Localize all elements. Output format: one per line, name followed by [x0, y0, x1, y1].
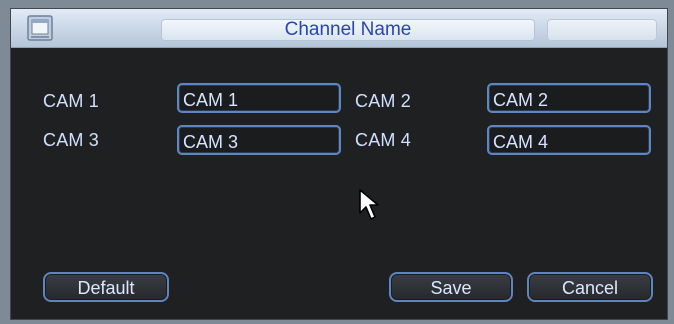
channel-name-dialog: Channel Name CAM 1 CAM 1 CAM 2 CAM 2 CAM… [10, 8, 668, 320]
cam2-name-input[interactable]: CAM 2 [487, 83, 651, 113]
cancel-button[interactable]: Cancel [527, 272, 653, 302]
save-button[interactable]: Save [389, 272, 513, 302]
cam1-name-input[interactable]: CAM 1 [177, 83, 341, 113]
cam2-label: CAM 2 [355, 91, 412, 111]
cam1-label: CAM 1 [43, 91, 100, 111]
mouse-pointer-icon [359, 189, 379, 220]
cam3-name-input[interactable]: CAM 3 [177, 125, 341, 155]
default-button[interactable]: Default [43, 272, 169, 302]
cam3-label: CAM 3 [43, 130, 100, 150]
cam4-label: CAM 4 [355, 130, 412, 150]
title-bar-accent [547, 19, 657, 41]
dialog-title: Channel Name [284, 19, 412, 40]
cam4-name-input[interactable]: CAM 4 [487, 125, 651, 155]
title-bar: Channel Name [11, 9, 667, 48]
window-icon [27, 15, 53, 41]
